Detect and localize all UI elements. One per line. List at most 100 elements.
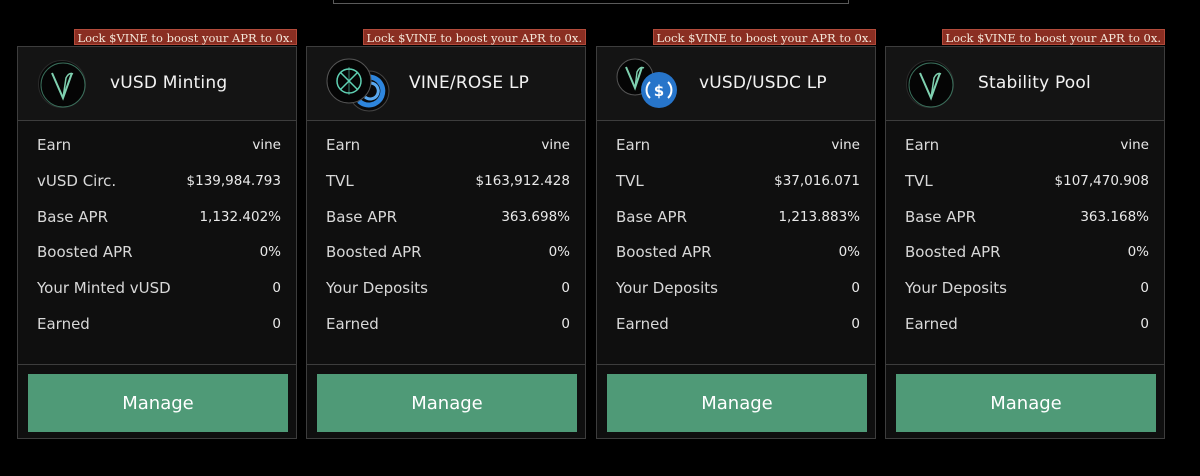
stat-value: 0 bbox=[1140, 316, 1149, 332]
stat-row: Boosted APR 0% bbox=[37, 242, 281, 262]
stat-value: 0% bbox=[259, 244, 281, 260]
divider bbox=[597, 364, 875, 365]
pool-card-stability-pool: Lock $VINE to boost your APR to 0x. Stab… bbox=[885, 29, 1165, 439]
stat-row: Base APR 1,132.402% bbox=[37, 207, 281, 227]
stat-value: 0 bbox=[272, 280, 281, 296]
stat-label: Earned bbox=[616, 315, 669, 333]
stat-label: Earned bbox=[326, 315, 379, 333]
manage-button[interactable]: Manage bbox=[896, 374, 1156, 432]
card-body: vUSD Minting Earn vine vUSD Circ. $139,984… bbox=[17, 46, 297, 439]
card-body: Stability Pool Earn vine TVL $107,470.908 … bbox=[885, 46, 1165, 439]
stat-row: Base APR 363.698% bbox=[326, 207, 570, 227]
divider bbox=[886, 364, 1164, 365]
stat-label: Boosted APR bbox=[905, 243, 1001, 261]
stat-label: Your Minted vUSD bbox=[37, 279, 171, 297]
lock-boost-badge[interactable]: Lock $VINE to boost your APR to 0x. bbox=[73, 29, 297, 45]
stat-value: 0% bbox=[838, 244, 860, 260]
stat-value: 363.698% bbox=[501, 209, 570, 225]
stat-value: $139,984.793 bbox=[186, 173, 281, 189]
stat-row: TVL $107,470.908 bbox=[905, 171, 1149, 191]
stat-row: Your Minted vUSD 0 bbox=[37, 278, 281, 298]
stat-label: Your Deposits bbox=[616, 279, 718, 297]
stat-value: vine bbox=[831, 137, 860, 153]
stat-row: Base APR 363.168% bbox=[905, 207, 1149, 227]
stat-value: $37,016.071 bbox=[774, 173, 860, 189]
pool-card-vusd-minting: Lock $VINE to boost your APR to 0x. vUSD… bbox=[17, 29, 297, 439]
stat-label: vUSD Circ. bbox=[37, 172, 117, 190]
card-header: vUSD Minting bbox=[18, 47, 296, 121]
stat-value: vine bbox=[1120, 137, 1149, 153]
stat-value: 0 bbox=[1140, 280, 1149, 296]
pool-card-vine-rose-lp: Lock $VINE to boost your APR to 0x. VINE… bbox=[306, 29, 586, 439]
stat-value: $163,912.428 bbox=[475, 173, 570, 189]
stat-row: Base APR 1,213.883% bbox=[616, 207, 860, 227]
stat-label: Boosted APR bbox=[37, 243, 133, 261]
card-title: vUSD/USDC LP bbox=[699, 73, 827, 93]
svg-text:$: $ bbox=[654, 82, 664, 100]
pool-card-vusd-usdc-lp: Lock $VINE to boost your APR to 0x. $ vU… bbox=[596, 29, 876, 439]
divider bbox=[18, 364, 296, 365]
stat-row: Boosted APR 0% bbox=[326, 242, 570, 262]
stat-row: Earned 0 bbox=[616, 314, 860, 334]
card-body: VINE/ROSE LP Earn vine TVL $163,912.428 Ba… bbox=[306, 46, 586, 439]
stat-label: TVL bbox=[326, 172, 354, 190]
card-header: VINE/ROSE LP bbox=[307, 47, 585, 121]
stat-value: 0 bbox=[851, 316, 860, 332]
stat-label: Earn bbox=[326, 136, 361, 154]
rose-logo-icon bbox=[325, 57, 395, 113]
stat-row: Earn vine bbox=[616, 135, 860, 155]
stat-label: Earn bbox=[905, 136, 940, 154]
stat-row: Your Deposits 0 bbox=[616, 278, 860, 298]
stat-value: $107,470.908 bbox=[1054, 173, 1149, 189]
stat-label: Base APR bbox=[326, 208, 398, 226]
stat-row: Boosted APR 0% bbox=[616, 242, 860, 262]
stat-row: Earn vine bbox=[326, 135, 570, 155]
manage-button[interactable]: Manage bbox=[317, 374, 577, 432]
stat-row: Earn vine bbox=[37, 135, 281, 155]
top-panel-edge bbox=[333, 0, 849, 4]
stat-value: 1,132.402% bbox=[199, 209, 281, 225]
lock-boost-badge[interactable]: Lock $VINE to boost your APR to 0x. bbox=[941, 29, 1165, 45]
divider bbox=[307, 364, 585, 365]
stat-row: TVL $163,912.428 bbox=[326, 171, 570, 191]
stat-row: Earned 0 bbox=[326, 314, 570, 334]
lock-boost-badge[interactable]: Lock $VINE to boost your APR to 0x. bbox=[362, 29, 586, 45]
card-title: vUSD Minting bbox=[110, 73, 228, 93]
stat-label: Earned bbox=[905, 315, 958, 333]
card-title: VINE/ROSE LP bbox=[409, 73, 530, 93]
stat-label: Boosted APR bbox=[616, 243, 712, 261]
manage-button[interactable]: Manage bbox=[607, 374, 867, 432]
stat-value: vine bbox=[252, 137, 281, 153]
stat-label: TVL bbox=[905, 172, 933, 190]
stat-row: vUSD Circ. $139,984.793 bbox=[37, 171, 281, 191]
stat-value: 0% bbox=[1127, 244, 1149, 260]
usdc-logo-icon: $ bbox=[615, 57, 685, 113]
vine-logo-icon bbox=[906, 60, 954, 108]
stat-label: Earn bbox=[37, 136, 72, 154]
stat-label: TVL bbox=[616, 172, 644, 190]
stat-label: Your Deposits bbox=[326, 279, 428, 297]
stat-value: 363.168% bbox=[1080, 209, 1149, 225]
card-body: $ vUSD/USDC LP Earn vine TVL $37,016.071 B… bbox=[596, 46, 876, 439]
card-header: $ vUSD/USDC LP bbox=[597, 47, 875, 121]
stat-row: Boosted APR 0% bbox=[905, 242, 1149, 262]
stat-row: Your Deposits 0 bbox=[905, 278, 1149, 298]
stat-label: Base APR bbox=[37, 208, 109, 226]
stat-label: Earned bbox=[37, 315, 90, 333]
stat-row: Earned 0 bbox=[905, 314, 1149, 334]
stat-label: Boosted APR bbox=[326, 243, 422, 261]
stat-label: Base APR bbox=[905, 208, 977, 226]
stat-value: 0% bbox=[548, 244, 570, 260]
stat-label: Your Deposits bbox=[905, 279, 1007, 297]
stat-row: Earn vine bbox=[905, 135, 1149, 155]
vine-logo-icon bbox=[38, 60, 86, 108]
card-header: Stability Pool bbox=[886, 47, 1164, 121]
stat-value: 0 bbox=[561, 280, 570, 296]
stat-row: TVL $37,016.071 bbox=[616, 171, 860, 191]
manage-button[interactable]: Manage bbox=[28, 374, 288, 432]
stat-label: Earn bbox=[616, 136, 651, 154]
stat-row: Your Deposits 0 bbox=[326, 278, 570, 298]
stat-value: vine bbox=[541, 137, 570, 153]
stat-row: Earned 0 bbox=[37, 314, 281, 334]
lock-boost-badge[interactable]: Lock $VINE to boost your APR to 0x. bbox=[652, 29, 876, 45]
